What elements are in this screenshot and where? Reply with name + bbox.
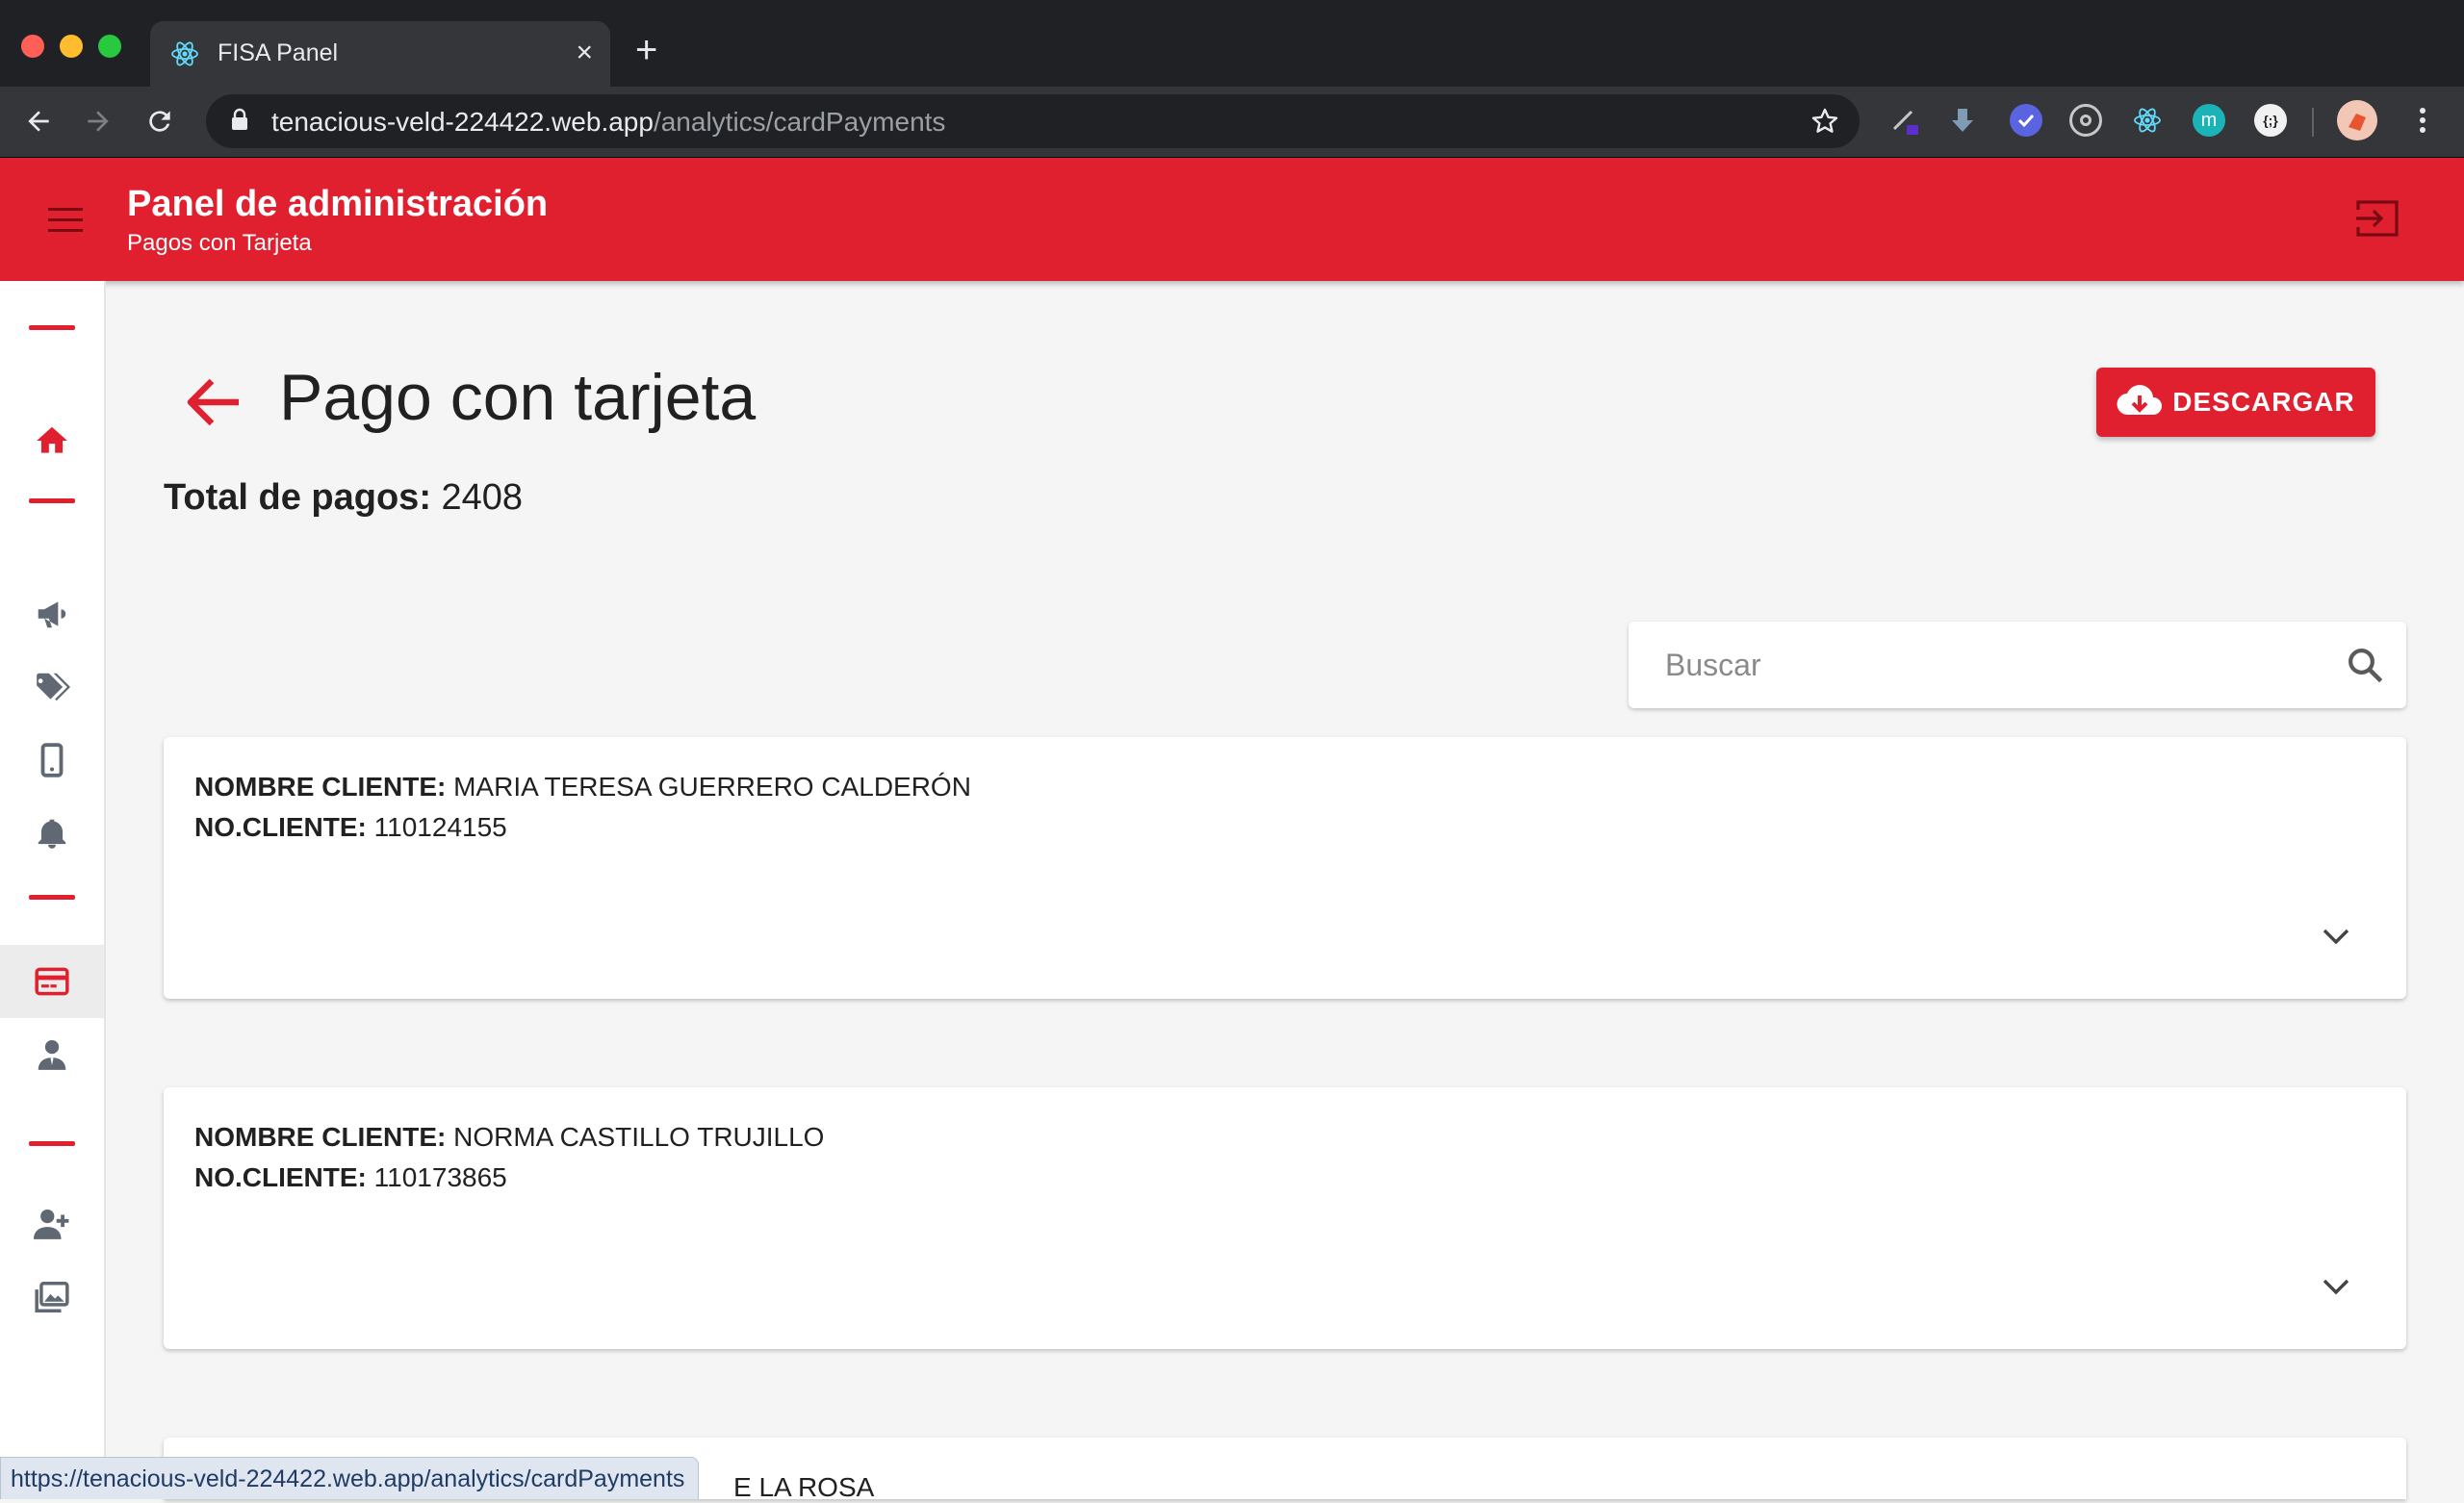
cloud-download-icon: [2117, 385, 2163, 416]
total-label: Total de pagos:: [164, 477, 431, 518]
minimize-window-button[interactable]: [60, 35, 83, 58]
new-tab-button[interactable]: +: [635, 31, 657, 69]
sidebar-divider: [29, 498, 75, 503]
sidebar-item-home[interactable]: [0, 404, 104, 477]
check-extension-icon[interactable]: [2010, 104, 2042, 137]
maximize-window-button[interactable]: [98, 35, 121, 58]
toolbar-divider: [2312, 108, 2314, 137]
close-window-button[interactable]: [21, 35, 44, 58]
bell-icon: [38, 819, 66, 849]
address-bar[interactable]: tenacious-veld-224422.web.app/analytics/…: [206, 94, 1860, 148]
client-name: NORMA CASTILLO TRUJILLO: [453, 1122, 825, 1152]
lock-icon: [232, 108, 247, 130]
bookmark-star-icon[interactable]: [1810, 106, 1840, 137]
client-name-label: NOMBRE CLIENTE:: [194, 1122, 447, 1152]
client-name-label: NOMBRE CLIENTE:: [194, 772, 447, 802]
client-name-partial: E LA ROSA: [733, 1472, 875, 1502]
client-number-label: NO.CLIENTE:: [194, 1162, 367, 1192]
home-icon: [37, 426, 67, 453]
client-number-label: NO.CLIENTE:: [194, 812, 367, 842]
m-extension-icon[interactable]: m: [2193, 104, 2225, 137]
target-extension-icon[interactable]: [2069, 104, 2102, 137]
phone-icon: [40, 743, 64, 777]
react-icon: [171, 41, 198, 66]
client-number: 110173865: [373, 1162, 507, 1192]
json-extension-icon[interactable]: {;}: [2254, 104, 2287, 137]
url-host: tenacious-veld-224422.web.app: [271, 107, 654, 137]
sidebar-divider: [29, 325, 75, 330]
client-name-row: NOMBRE CLIENTE: MARIA TERESA GUERRERO CA…: [194, 772, 971, 802]
link-status-bar: https://tenacious-veld-224422.web.app/an…: [0, 1457, 700, 1499]
sidebar-divider: [29, 895, 75, 900]
app-header: Panel de administración Pagos con Tarjet…: [0, 158, 2464, 281]
back-icon[interactable]: [23, 106, 54, 137]
search-icon[interactable]: [2345, 645, 2385, 685]
sidebar-item-announcements[interactable]: [0, 577, 104, 650]
client-number-row: NO.CLIENTE: 110173865: [194, 1162, 507, 1193]
url-path: /analytics/cardPayments: [653, 107, 946, 137]
react-devtools-icon[interactable]: [2131, 104, 2164, 137]
total-payments: Total de pagos: 2408: [164, 477, 523, 519]
chevron-down-icon[interactable]: [2320, 926, 2352, 947]
payment-card[interactable]: NOMBRE CLIENTE: NORMA CASTILLO TRUJILLO …: [164, 1087, 2406, 1349]
client-number-row: NO.CLIENTE: 110124155: [194, 812, 507, 843]
download-extension-icon[interactable]: [1946, 104, 1979, 137]
app-title: Panel de administración: [127, 184, 549, 224]
menu-icon[interactable]: [48, 208, 83, 233]
sidebar-item-users[interactable]: [0, 1018, 104, 1091]
browser-tab-strip: FISA Panel × +: [0, 0, 2464, 87]
images-icon: [35, 1282, 69, 1312]
payment-card[interactable]: NOMBRE CLIENTE: MARIA TERESA GUERRERO CA…: [164, 737, 2406, 999]
sidebar-item-promotions[interactable]: [0, 650, 104, 724]
search-input[interactable]: [1665, 641, 2300, 689]
forward-icon[interactable]: [83, 106, 114, 137]
close-tab-icon[interactable]: ×: [576, 37, 593, 69]
logout-icon[interactable]: [2354, 198, 2400, 239]
download-button[interactable]: DESCARGAR: [2096, 368, 2375, 437]
url-text: tenacious-veld-224422.web.app/analytics/…: [271, 107, 945, 138]
megaphone-icon: [38, 601, 66, 628]
client-name-row: NOMBRE CLIENTE: NORMA CASTILLO TRUJILLO: [194, 1122, 824, 1153]
reload-icon[interactable]: [144, 106, 175, 137]
sidebar-item-card-payments[interactable]: [0, 945, 104, 1018]
browser-tab[interactable]: FISA Panel ×: [150, 21, 610, 87]
tags-icon: [37, 673, 70, 701]
chevron-down-icon[interactable]: [2320, 1276, 2352, 1297]
sidebar-divider: [29, 1141, 75, 1146]
sidebar: [0, 281, 106, 1499]
pen-extension-icon[interactable]: [1888, 104, 1921, 137]
client-name: MARIA TERESA GUERRERO CALDERÓN: [453, 772, 971, 802]
back-arrow-icon[interactable]: [183, 373, 243, 431]
tab-title: FISA Panel: [218, 39, 339, 66]
total-value: 2408: [441, 477, 524, 518]
profile-avatar[interactable]: [2337, 100, 2377, 140]
search-field[interactable]: [1629, 622, 2406, 708]
page-title: Pago con tarjeta: [279, 361, 757, 434]
app-subtitle: Pagos con Tarjeta: [127, 230, 312, 256]
add-user-icon: [34, 1209, 69, 1239]
client-number: 110124155: [373, 812, 507, 842]
download-label: DESCARGAR: [2172, 387, 2355, 417]
browser-menu-icon[interactable]: [2406, 104, 2439, 137]
sidebar-item-add-user[interactable]: [0, 1187, 104, 1261]
sidebar-item-notifications[interactable]: [0, 797, 104, 870]
credit-card-icon: [35, 967, 69, 996]
sidebar-item-mobile[interactable]: [0, 724, 104, 797]
user-tie-icon: [38, 1039, 66, 1070]
sidebar-item-gallery[interactable]: [0, 1261, 104, 1334]
